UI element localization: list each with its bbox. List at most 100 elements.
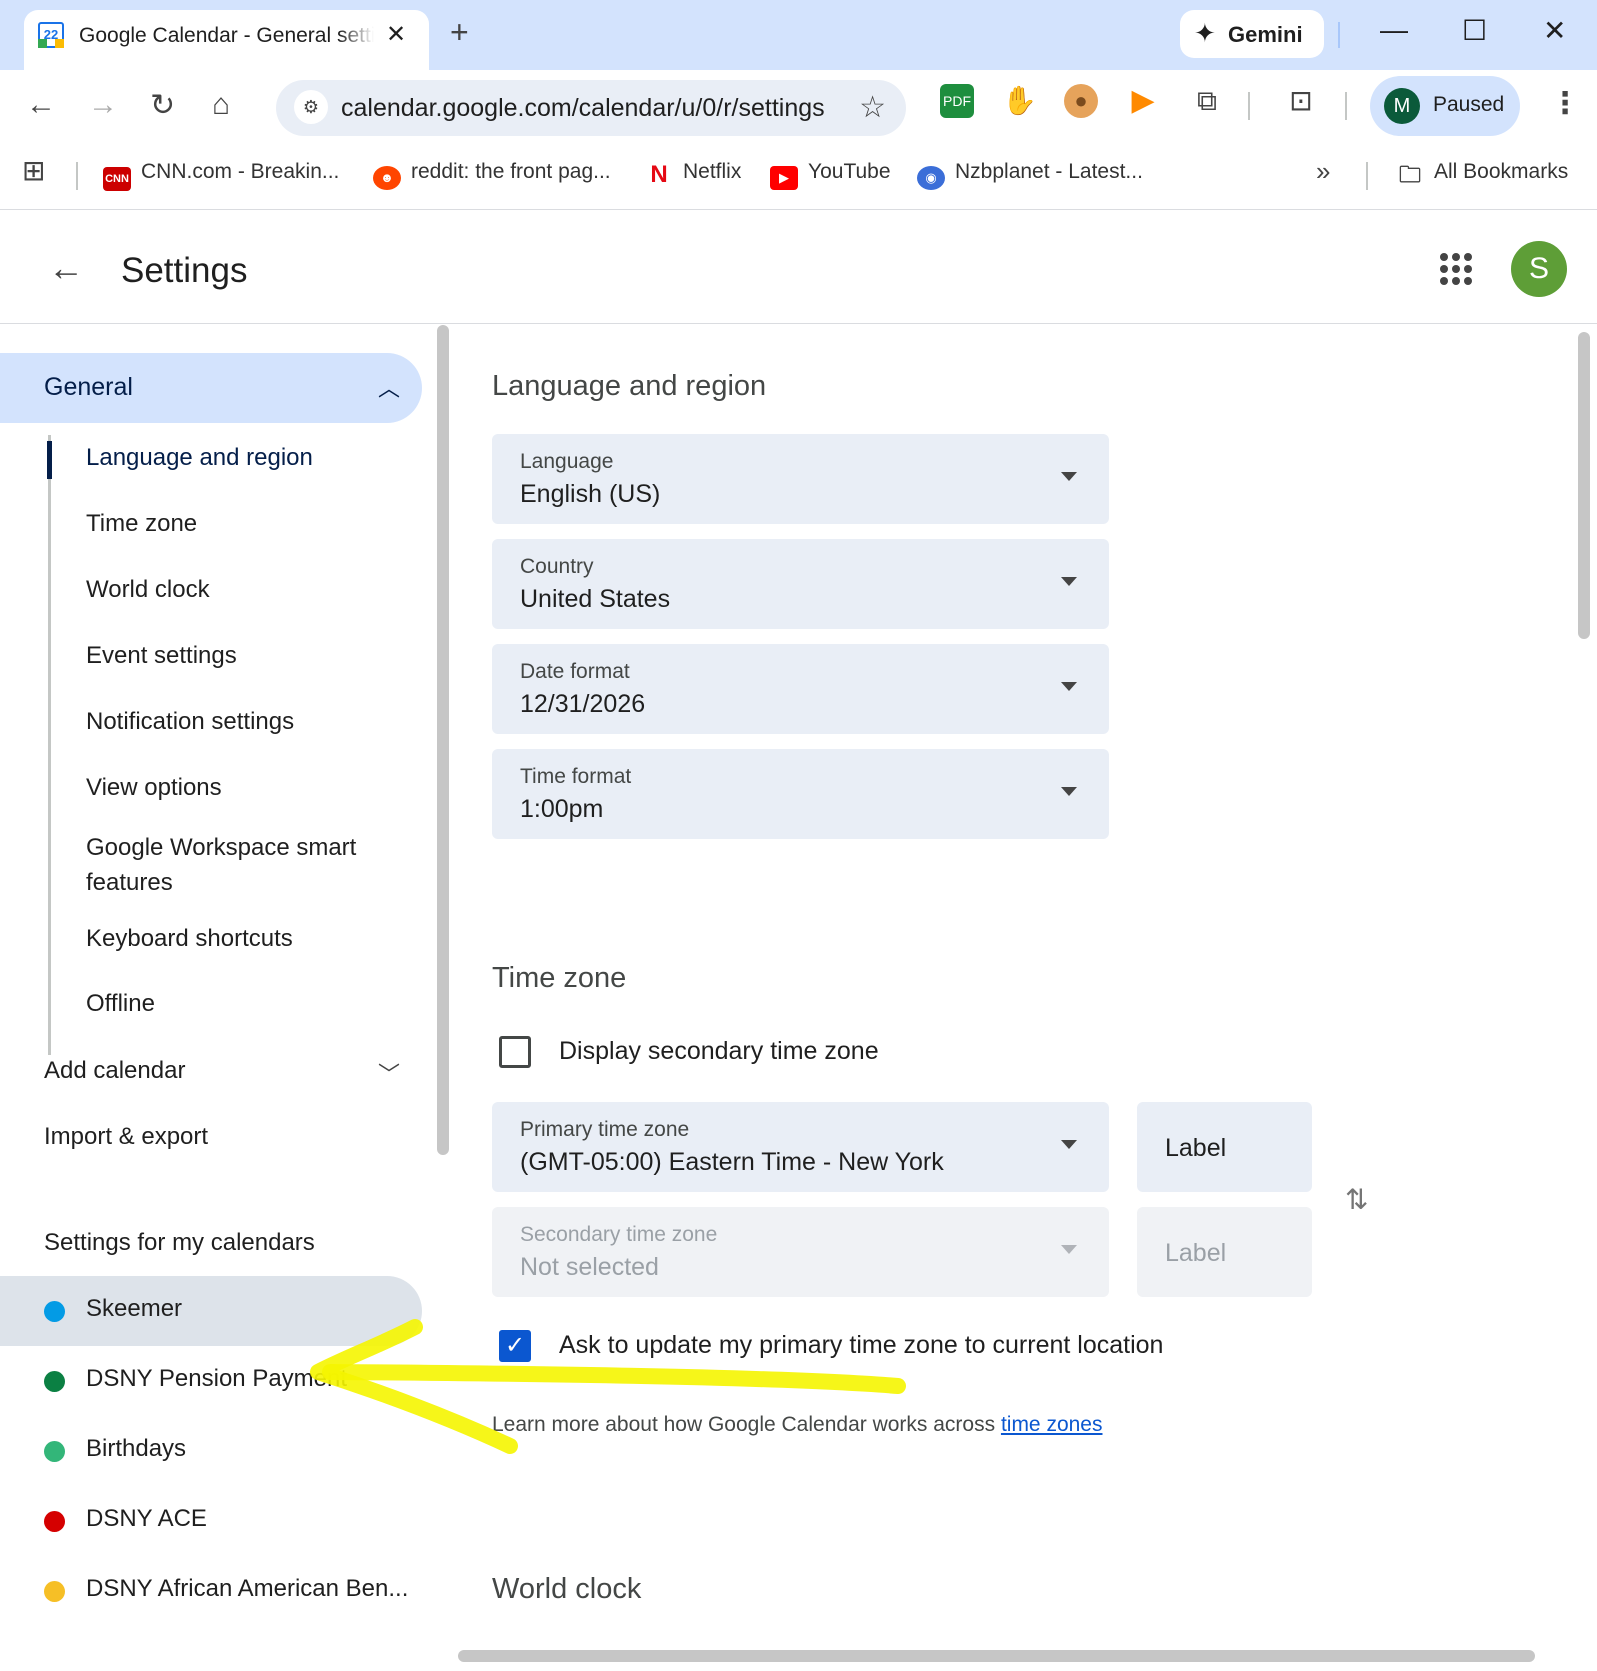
calendar-item-dsny-ace[interactable]: DSNY ACE: [0, 1486, 422, 1556]
subnav-time-zone[interactable]: Time zone: [86, 506, 386, 541]
profile-status: Paused: [1433, 93, 1505, 116]
swap-time-zones-icon[interactable]: ⇅: [1345, 1183, 1368, 1216]
address-bar[interactable]: ⚙ calendar.google.com/calendar/u/0/r/set…: [276, 80, 906, 136]
all-bookmarks[interactable]: 🗀 All Bookmarks: [1396, 160, 1568, 187]
subnav-keyboard-shortcuts[interactable]: Keyboard shortcuts: [86, 921, 386, 956]
home-icon[interactable]: ⌂: [212, 88, 230, 122]
account-avatar[interactable]: S: [1511, 241, 1567, 297]
calendar-item-birthdays[interactable]: Birthdays: [0, 1416, 422, 1486]
nzbplanet-icon: ◉: [917, 166, 945, 190]
dropdown-caret-icon: [1061, 787, 1077, 796]
cookie-extension-icon[interactable]: ●: [1064, 84, 1098, 118]
chevron-down-icon[interactable]: ﹀: [378, 1057, 400, 1089]
primary-time-zone-select[interactable]: Primary time zone (GMT-05:00) Eastern Ti…: [492, 1102, 1109, 1192]
close-window-icon[interactable]: ✕: [1543, 14, 1566, 47]
bookmark-youtube[interactable]: ▶ YouTube: [770, 160, 891, 190]
calendar-item-dsny-african-american[interactable]: DSNY African American Ben...: [0, 1556, 422, 1626]
youtube-icon: ▶: [770, 166, 798, 190]
main-vertical-scrollbar[interactable]: [1578, 332, 1590, 639]
subnav-language-region[interactable]: Language and region: [86, 440, 386, 475]
display-secondary-checkbox[interactable]: [499, 1036, 531, 1068]
divider: [1248, 92, 1250, 120]
play-extension-icon[interactable]: ▶: [1126, 84, 1160, 118]
subnav-offline[interactable]: Offline: [86, 986, 386, 1021]
thumbs-down-extension-icon[interactable]: ✋: [1002, 84, 1037, 118]
nav-general-label: General: [44, 373, 133, 401]
calendar-item-dsny-pension[interactable]: DSNY Pension Payment: [0, 1346, 422, 1416]
dropdown-caret-icon: [1061, 472, 1077, 481]
subnav-workspace-smart-features[interactable]: Google Workspace smart features: [86, 830, 376, 900]
calendar-favicon-icon: 22: [38, 22, 64, 48]
gemini-button[interactable]: ✦ Gemini: [1180, 10, 1324, 58]
subnav-notification-settings[interactable]: Notification settings: [86, 704, 386, 739]
nav-general[interactable]: General ︿: [0, 353, 422, 423]
country-select[interactable]: Country United States: [492, 539, 1109, 629]
time-format-select[interactable]: Time format 1:00pm: [492, 749, 1109, 839]
date-format-select[interactable]: Date format 12/31/2026: [492, 644, 1109, 734]
subnav-track: [48, 435, 51, 1055]
dropdown-caret-icon: [1061, 682, 1077, 691]
back-arrow-icon[interactable]: ←: [48, 247, 84, 289]
nav-add-calendar[interactable]: Add calendar: [44, 1057, 185, 1085]
divider: [1338, 22, 1340, 48]
subnav-active-indicator: [47, 441, 52, 479]
learn-more-text: Learn more about how Google Calendar wor…: [492, 1413, 1103, 1436]
minimize-icon[interactable]: —: [1380, 14, 1408, 46]
dropdown-caret-icon: [1061, 1140, 1077, 1149]
maximize-icon[interactable]: ☐: [1462, 14, 1487, 47]
bookmarks-bar: ⊞ CNN CNN.com - Breakin... ☻ reddit: the f…: [0, 142, 1597, 210]
browser-tab[interactable]: 22 Google Calendar - General setti ✕: [24, 10, 429, 70]
calendar-color-dot: [44, 1581, 65, 1602]
calendar-item-skeemer[interactable]: Skeemer: [0, 1276, 422, 1346]
dropdown-caret-icon: [1061, 1245, 1077, 1254]
netflix-icon: N: [650, 161, 668, 188]
close-tab-icon[interactable]: ✕: [386, 20, 406, 49]
folder-icon: 🗀: [1398, 162, 1421, 187]
chevron-up-icon[interactable]: ︿: [378, 371, 400, 403]
display-secondary-label[interactable]: Display secondary time zone: [559, 1037, 879, 1066]
tab-search-icon[interactable]: ⊡: [1284, 84, 1318, 118]
settings-header: ← Settings S: [0, 211, 1597, 324]
subnav-event-settings[interactable]: Event settings: [86, 638, 386, 673]
ask-update-label[interactable]: Ask to update my primary time zone to cu…: [559, 1331, 1163, 1360]
extensions-puzzle-icon[interactable]: ⧉: [1190, 84, 1224, 118]
calendar-color-dot: [44, 1511, 65, 1532]
url-text[interactable]: calendar.google.com/calendar/u/0/r/setti…: [341, 94, 825, 123]
subnav-world-clock[interactable]: World clock: [86, 572, 386, 607]
browser-toolbar: ← → ↻ ⌂ ⚙ calendar.google.com/calendar/u…: [0, 70, 1597, 142]
reload-icon[interactable]: ↻: [150, 88, 175, 123]
google-apps-icon[interactable]: [1440, 253, 1472, 285]
profile-avatar: M: [1384, 88, 1420, 124]
back-icon[interactable]: ←: [26, 88, 56, 122]
gemini-label: Gemini: [1228, 22, 1303, 47]
nav-import-export[interactable]: Import & export: [44, 1123, 208, 1151]
bookmark-nzbplanet[interactable]: ◉ Nzbplanet - Latest...: [917, 160, 1143, 190]
pdf-extension-icon[interactable]: PDF: [940, 84, 974, 118]
bookmark-star-icon[interactable]: ☆: [859, 90, 886, 125]
calendar-name: DSNY African American Ben...: [86, 1575, 409, 1602]
site-info-icon[interactable]: ⚙: [294, 90, 328, 124]
bookmark-reddit[interactable]: ☻ reddit: the front pag...: [373, 160, 611, 190]
ask-update-checkbox[interactable]: ✓: [499, 1330, 531, 1362]
time-zones-link[interactable]: time zones: [1001, 1413, 1103, 1436]
tab-title: Google Calendar - General setti: [79, 24, 374, 47]
apps-grid-icon[interactable]: ⊞: [22, 154, 45, 187]
new-tab-icon[interactable]: +: [450, 14, 469, 51]
subnav-view-options[interactable]: View options: [86, 770, 386, 805]
calendar-name: Skeemer: [86, 1295, 183, 1322]
bookmark-cnn[interactable]: CNN CNN.com - Breakin...: [103, 160, 339, 191]
sidebar-scrollbar[interactable]: [437, 325, 449, 1155]
divider: [1366, 162, 1368, 190]
bookmark-netflix[interactable]: N Netflix: [645, 160, 741, 187]
more-bookmarks-icon[interactable]: »: [1316, 156, 1330, 187]
my-calendars-heading: Settings for my calendars: [44, 1229, 315, 1256]
divider: [76, 162, 78, 190]
browser-menu-icon[interactable]: ⋮: [1550, 86, 1580, 121]
language-select[interactable]: Language English (US): [492, 434, 1109, 524]
reddit-icon: ☻: [373, 166, 401, 190]
primary-label-input[interactable]: Label: [1137, 1102, 1312, 1192]
settings-main: Language and region Language English (US…: [455, 325, 1565, 1655]
profile-button[interactable]: M Paused: [1370, 76, 1520, 136]
forward-icon[interactable]: →: [88, 88, 118, 122]
main-horizontal-scrollbar[interactable]: [458, 1650, 1535, 1662]
